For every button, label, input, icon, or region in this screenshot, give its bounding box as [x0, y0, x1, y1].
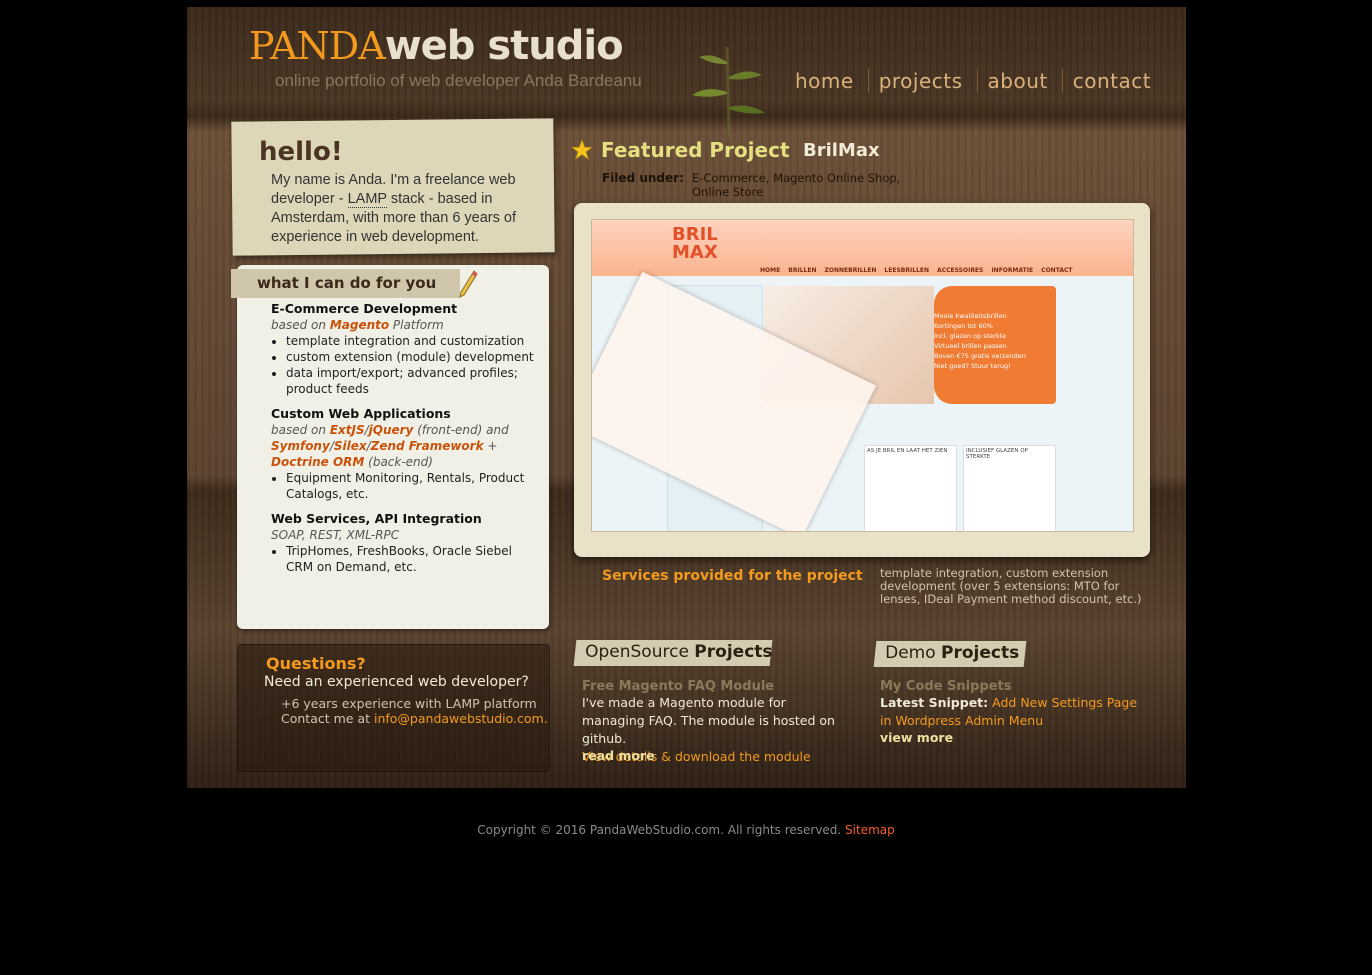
project-screenshot[interactable]: BRIL MAX HOME BRILLEN ZONNEBRILLEN LEESBR… [591, 219, 1134, 532]
tech-silex[interactable]: Silex [334, 439, 367, 453]
questions-subtitle: Need an experienced web developer? [264, 674, 529, 690]
opensource-heading-tab: OpenSource Projects [573, 640, 773, 666]
bamboo-leaves-icon [692, 47, 765, 137]
service-bullets: template integration and customization c… [271, 333, 541, 397]
services-heading-tab: what I can do for you [231, 269, 460, 298]
featured-header: Featured Project [571, 138, 790, 162]
contact-email-link[interactable]: info@pandawebstudio.com. [374, 711, 548, 726]
questions-line-experience: +6 years experience with LAMP platform [281, 696, 537, 711]
shot-columns: AS JE BRIL EN LAAT HET ZIEN INCLUSIEF GL… [864, 445, 1056, 531]
filed-under-label: Filed under: [602, 171, 684, 185]
questions-title: Questions? [266, 654, 366, 673]
opensource-item-title[interactable]: Free Magento FAQ Module [582, 679, 774, 694]
service-webservices: Web Services, API Integration SOAP, REST… [271, 511, 541, 575]
service-title: E-Commerce Development [271, 301, 458, 316]
tech-magento[interactable]: Magento [330, 318, 389, 332]
demo-item-title[interactable]: My Code Snippets [880, 679, 1012, 694]
list-item: template integration and customization [286, 333, 541, 349]
service-ecommerce: E-Commerce Development based on Magento … [271, 301, 541, 397]
service-bullets: TripHomes, FreshBooks, Oracle Siebel CRM… [271, 543, 541, 575]
shot-menu: HOME BRILLEN ZONNEBRILLEN LEESBRILLEN AC… [760, 267, 1073, 274]
main-nav: home projects about contact [785, 69, 1165, 93]
intro-title: hello! [259, 137, 343, 167]
nav-contact[interactable]: contact [1061, 69, 1165, 93]
site-tagline: online portfolio of web developer Anda B… [275, 71, 642, 90]
services-provided-label: Services provided for the project [602, 568, 863, 584]
featured-project-name[interactable]: BrilMax [803, 140, 880, 161]
page-container: PANDAweb studio online portfolio of web … [187, 7, 1186, 788]
latest-snippet-label: Latest Snippet: [880, 695, 989, 710]
service-based: SOAP, REST, XML-RPC [271, 528, 400, 542]
opensource-heading: OpenSource Projects [585, 642, 773, 662]
logo-panda: PANDA [249, 24, 386, 68]
pencil-icon [459, 270, 478, 298]
service-title: Custom Web Applications [271, 406, 451, 421]
intro-text: My name is Anda. I'm a freelance web dev… [271, 171, 546, 247]
featured-title: Featured Project [601, 138, 790, 162]
read-more-link[interactable]: read more [582, 748, 655, 763]
tech-zend[interactable]: Zend Framework [371, 439, 484, 453]
service-based: based on Magento Platform [271, 318, 444, 332]
service-bullets: Equipment Monitoring, Rentals, Product C… [271, 470, 541, 502]
service-webapps: Custom Web Applications based on ExtJS/j… [271, 406, 541, 502]
footer: Copyright © 2016 PandaWebStudio.com. All… [0, 823, 1372, 837]
list-item: custom extension (module) development [286, 349, 541, 365]
questions-line-contact: Contact me at info@pandawebstudio.com. [281, 711, 548, 726]
list-item: TripHomes, FreshBooks, Oracle Siebel CRM… [286, 543, 541, 575]
shot-brand: BRIL MAX [672, 224, 718, 263]
tech-jquery[interactable]: jQuery [369, 423, 414, 437]
list-item: data import/export; advanced profiles; p… [286, 365, 541, 397]
tech-doctrine[interactable]: Doctrine ORM [271, 455, 364, 469]
view-more-link[interactable]: view more [880, 730, 953, 745]
site-logo[interactable]: PANDAweb studio [249, 23, 624, 69]
service-based: based on ExtJS/jQuery (front-end) and Sy… [271, 423, 509, 469]
shot-promo: Mooie kwaliteitsbrillen Kortingen tot 60… [934, 286, 1056, 404]
demo-heading: Demo Projects [885, 643, 1020, 663]
logo-webstudio: web studio [384, 23, 624, 69]
list-item: Equipment Monitoring, Rentals, Product C… [286, 470, 541, 502]
demo-latest: Latest Snippet: Add New Settings Page in… [880, 694, 1140, 730]
nav-about[interactable]: about [976, 69, 1062, 93]
tech-extjs[interactable]: ExtJS [330, 423, 365, 437]
filed-under-value: E-Commerce, Magento Online Shop, Online … [692, 171, 901, 199]
services-heading: what I can do for you [257, 274, 437, 292]
services-provided-text: template integration, custom extension d… [880, 566, 1142, 606]
demo-heading-tab: Demo Projects [873, 641, 1027, 667]
nav-projects[interactable]: projects [867, 69, 977, 93]
nav-home[interactable]: home [785, 69, 868, 93]
sitemap-link[interactable]: Sitemap [845, 823, 895, 837]
star-icon [571, 139, 593, 161]
copyright-text: Copyright © 2016 PandaWebStudio.com. All… [477, 823, 846, 837]
lamp-abbr[interactable]: LAMP [347, 191, 387, 208]
tech-symfony[interactable]: Symfony [271, 439, 330, 453]
service-title: Web Services, API Integration [271, 511, 482, 526]
